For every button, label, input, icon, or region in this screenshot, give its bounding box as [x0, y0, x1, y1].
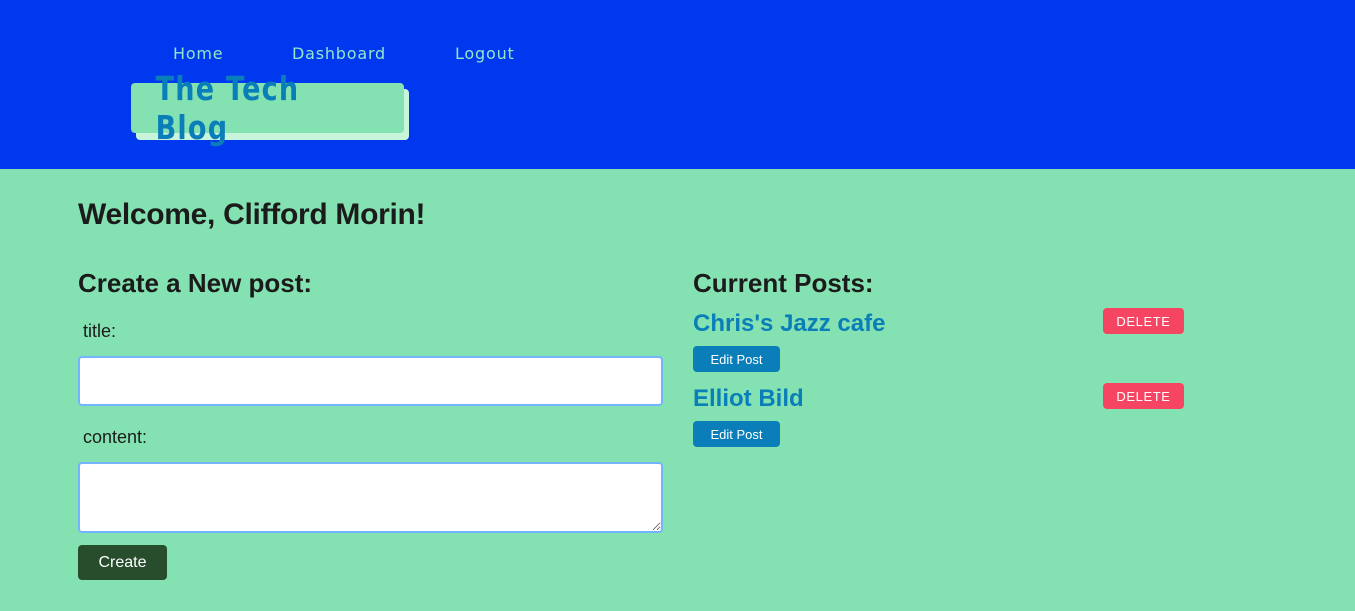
- edit-post-button[interactable]: Edit Post: [693, 421, 780, 447]
- site-header: Home Dashboard Logout The Tech Blog: [0, 0, 1355, 169]
- nav-dashboard-link[interactable]: Dashboard: [292, 44, 386, 63]
- welcome-heading: Welcome, Clifford Morin!: [78, 198, 426, 231]
- title-label: title:: [83, 321, 117, 341]
- create-post-button[interactable]: Create: [78, 545, 167, 580]
- delete-post-button[interactable]: DELETE: [1103, 383, 1184, 409]
- post-title-link[interactable]: Chris's Jazz cafe: [693, 310, 885, 338]
- post-title-input[interactable]: [78, 356, 663, 406]
- current-posts-heading: Current Posts:: [693, 268, 874, 298]
- edit-post-button[interactable]: Edit Post: [693, 346, 780, 372]
- nav-home-link[interactable]: Home: [173, 44, 223, 63]
- create-post-heading: Create a New post:: [78, 268, 313, 298]
- nav-logout-link[interactable]: Logout: [455, 44, 515, 63]
- delete-post-button[interactable]: DELETE: [1103, 308, 1184, 334]
- site-title: The Tech Blog: [155, 69, 300, 147]
- post-title-link[interactable]: Elliot Bild: [693, 385, 804, 413]
- post-content-textarea[interactable]: [78, 462, 663, 533]
- content-label: content:: [83, 427, 148, 447]
- site-logo: The Tech Blog: [131, 69, 404, 147]
